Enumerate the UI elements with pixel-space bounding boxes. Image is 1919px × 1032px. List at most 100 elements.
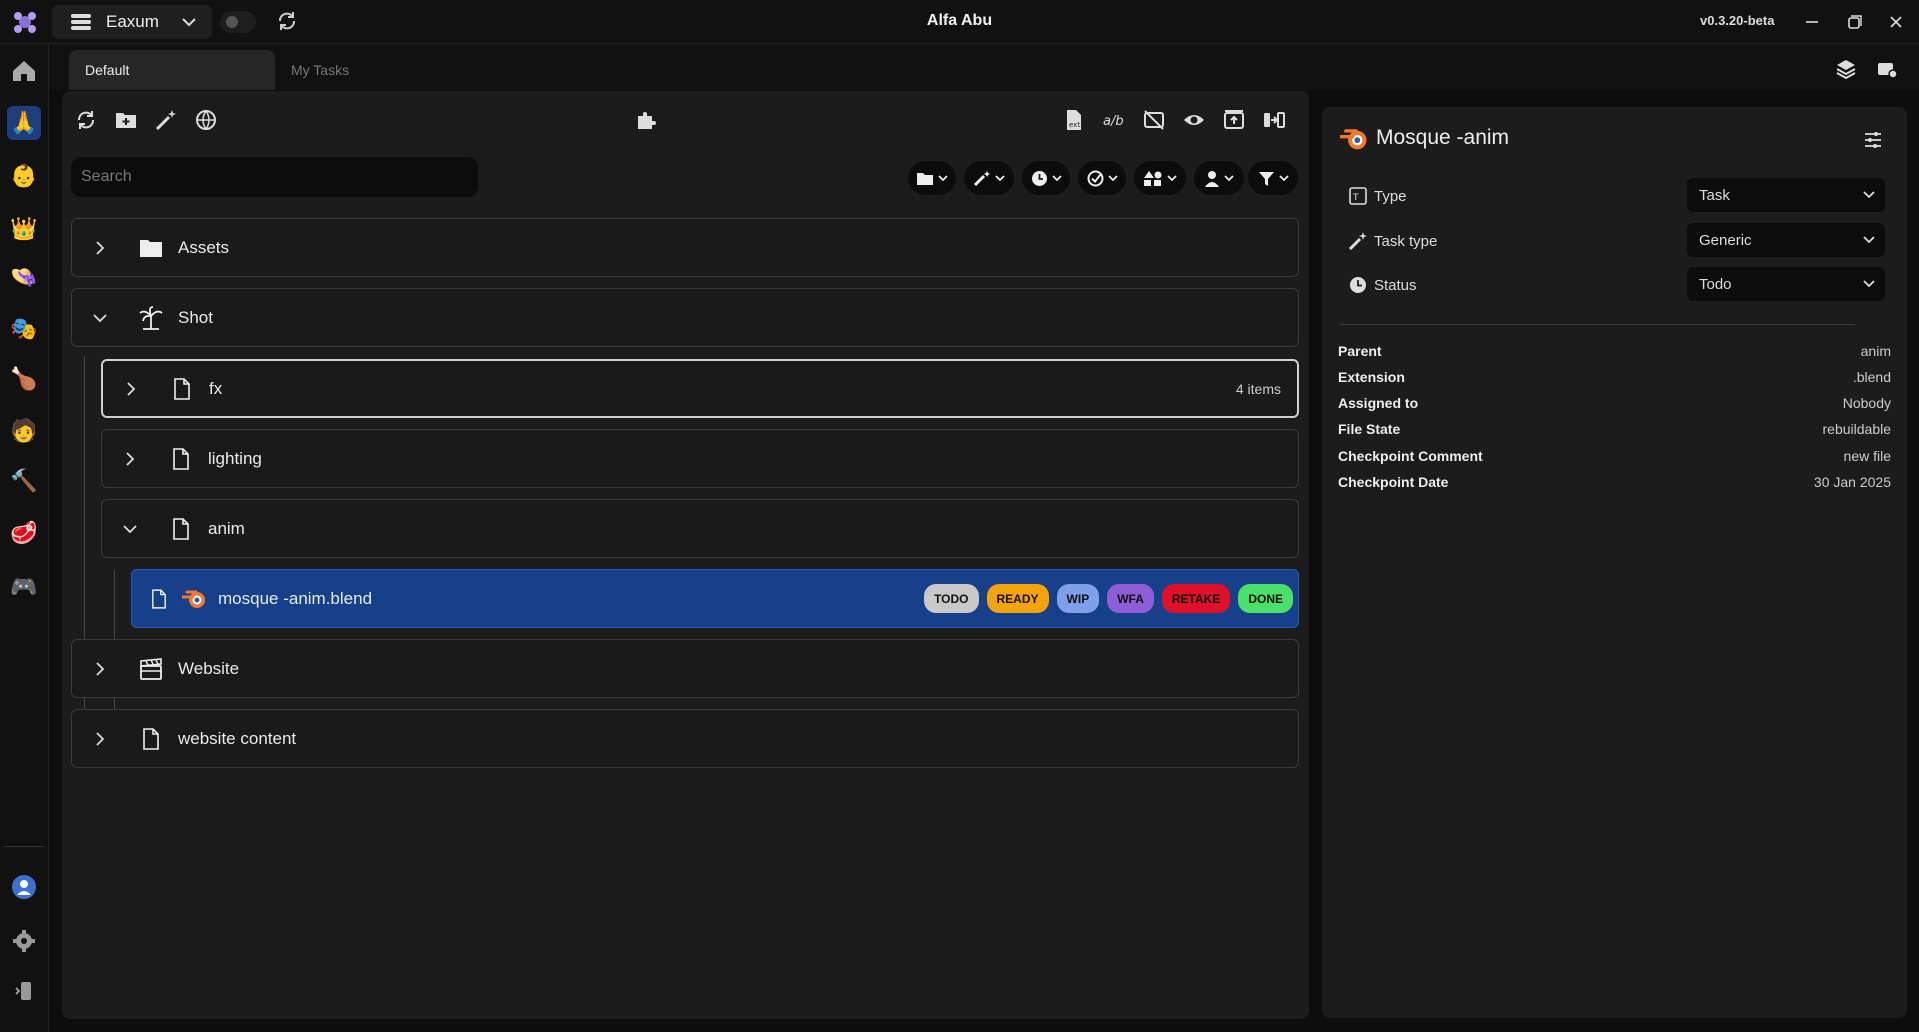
file-icon: [152, 588, 166, 609]
sidebar-divider: [4, 846, 44, 847]
details-title: Mosque -anim: [1376, 126, 1510, 149]
sidebar-project-9[interactable]: 🥩: [7, 516, 41, 550]
info-value-file-state: rebuildable: [1822, 421, 1892, 437]
filter-funnel[interactable]: [1248, 161, 1298, 195]
status-done-badge[interactable]: DONE: [1238, 584, 1293, 613]
new-folder-icon[interactable]: [114, 108, 138, 132]
svg-text:T: T: [1352, 193, 1359, 203]
filter-completion[interactable]: [1078, 161, 1126, 195]
app-logo-icon: [14, 12, 36, 33]
sidebar-project-8[interactable]: 🔨: [7, 464, 41, 498]
refresh-icon[interactable]: [74, 108, 98, 132]
chevron-down-icon: [1863, 236, 1875, 244]
file-icon: [173, 447, 189, 470]
svg-text:ext: ext: [1069, 121, 1080, 129]
tree-row-anim[interactable]: anim: [101, 499, 1299, 558]
hat-icon: 👒: [10, 264, 38, 289]
filter-folder[interactable]: [908, 161, 956, 195]
chevron-down-icon: [1107, 175, 1118, 182]
info-value-extension: .blend: [1852, 369, 1891, 385]
tree-row-lighting[interactable]: lighting: [101, 429, 1299, 488]
tree-row-fx[interactable]: fx 4 items: [101, 359, 1299, 418]
blender-icon: [182, 590, 205, 608]
refresh-icon[interactable]: [276, 10, 298, 32]
sidebar-project-3[interactable]: 👑: [7, 212, 41, 246]
check-in-icon[interactable]: [1262, 108, 1286, 132]
blender-icon: [1340, 129, 1367, 150]
home-icon: [13, 61, 35, 81]
tree-row-shot[interactable]: Shot: [71, 288, 1299, 347]
tab-my-tasks[interactable]: My Tasks: [275, 50, 481, 90]
file-type-icon: T: [1349, 187, 1367, 205]
chevron-right-icon: [96, 240, 105, 255]
chevron-down-icon: [1051, 175, 1062, 182]
sidebar-project-10[interactable]: 🎮: [7, 570, 41, 604]
minimize-icon[interactable]: [1800, 10, 1824, 34]
chevron-down-icon: [182, 18, 196, 27]
online-toggle[interactable]: [220, 11, 256, 33]
chevron-down-icon: [93, 313, 107, 322]
search-input[interactable]: [71, 157, 478, 197]
tree-row-website[interactable]: Website: [71, 639, 1299, 698]
status-wfa-badge[interactable]: WFA: [1107, 584, 1154, 613]
status-select[interactable]: Todo: [1687, 267, 1885, 301]
tab-default[interactable]: Default: [69, 50, 275, 90]
layers-icon[interactable]: [1835, 58, 1857, 80]
filter-task-type[interactable]: [964, 161, 1014, 195]
tree-row-label: anim: [208, 518, 245, 538]
palm-tree-icon: [139, 305, 163, 330]
filter-status[interactable]: [1022, 161, 1070, 195]
sidebar-project-2[interactable]: 👶: [7, 159, 41, 193]
gamepad-icon: 🎮: [10, 574, 38, 599]
plugin-puzzle-icon[interactable]: [634, 108, 658, 132]
chevron-right-icon: [96, 731, 105, 746]
tree-row-website-content[interactable]: website content: [71, 709, 1299, 768]
sidebar-project-4[interactable]: 👒: [7, 260, 41, 294]
sidebar-project-6[interactable]: 🍗: [7, 362, 41, 396]
magic-wand-icon[interactable]: [154, 108, 178, 132]
rename-icon[interactable]: a/b: [1102, 108, 1126, 132]
filter-shapes[interactable]: [1134, 161, 1186, 195]
status-retake-badge[interactable]: RETAKE: [1161, 584, 1231, 613]
meat-icon: 🍗: [10, 366, 38, 391]
filter-assignee[interactable]: [1194, 161, 1244, 195]
status-todo-badge[interactable]: TODO: [924, 584, 979, 613]
folder-icon: [140, 240, 162, 257]
info-key-checkpoint-date: Checkpoint Date: [1338, 474, 1449, 490]
globe-settings-icon[interactable]: [194, 108, 218, 132]
tree-row-assets[interactable]: Assets: [71, 218, 1299, 277]
type-label: T Type: [1348, 186, 1407, 206]
task-type-select[interactable]: Generic: [1687, 223, 1885, 257]
status-wip-badge[interactable]: WIP: [1056, 584, 1100, 613]
check-circle-icon: [1087, 170, 1103, 186]
upload-icon[interactable]: [1222, 108, 1246, 132]
steak-icon: 🥩: [10, 520, 38, 545]
eye-icon[interactable]: [1182, 108, 1206, 132]
home-button[interactable]: [7, 54, 41, 88]
chevron-down-icon: [1863, 191, 1875, 199]
status-ready-badge[interactable]: READY: [986, 584, 1049, 613]
tree-row-label: Assets: [178, 237, 230, 257]
file-extension-icon[interactable]: ext: [1062, 108, 1086, 132]
workspace-switcher[interactable]: Eaxum: [52, 5, 212, 39]
hide-thumbnails-icon[interactable]: [1142, 108, 1166, 132]
type-select[interactable]: Task: [1687, 178, 1885, 212]
collapse-sidebar-button[interactable]: [7, 974, 41, 1008]
tree-row-label: Website: [178, 658, 240, 678]
tree-row-file[interactable]: mosque -anim.blend TODO READY WIP WFA RE…: [131, 569, 1299, 628]
select-value: Task: [1699, 186, 1730, 204]
close-icon[interactable]: [1884, 10, 1908, 34]
account-button[interactable]: [7, 870, 41, 904]
settings-button[interactable]: [7, 924, 41, 958]
hammer-icon: 🔨: [10, 468, 38, 493]
sidebar-project-1[interactable]: 🙏: [7, 106, 41, 140]
sidebar-project-7[interactable]: 🧑: [7, 414, 41, 448]
maximize-icon[interactable]: [1842, 10, 1866, 34]
chevron-down-icon: [1863, 280, 1875, 288]
user-icon: [1205, 170, 1219, 187]
storage-settings-icon[interactable]: [1876, 58, 1898, 80]
sidebar-project-5[interactable]: 🎭: [7, 312, 41, 346]
sliders-icon[interactable]: [1862, 129, 1884, 151]
tree-row-label: mosque -anim.blend: [218, 588, 373, 608]
title-bar: Eaxum Alfa Abu v0.3.20-beta: [0, 0, 1919, 44]
